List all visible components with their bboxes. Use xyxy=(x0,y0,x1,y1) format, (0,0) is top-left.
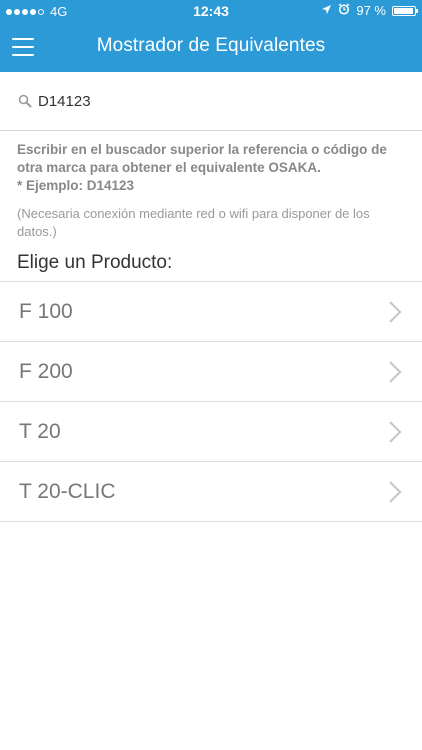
search-icon xyxy=(18,94,32,108)
instructions-example: * Ejemplo: D14123 xyxy=(17,178,135,193)
chevron-right-icon xyxy=(388,300,402,324)
alarm-icon xyxy=(338,3,350,18)
instructions: Escribir en el buscador superior la refe… xyxy=(0,131,422,241)
connection-note: (Necesaria conexión mediante red o wifi … xyxy=(17,206,370,239)
list-item[interactable]: F 200 xyxy=(0,342,422,402)
product-list: F 100 F 200 T 20 T 20-CLIC xyxy=(0,281,422,522)
nav-bar: Mostrador de Equivalentes xyxy=(0,22,422,72)
list-item-label: T 20 xyxy=(19,419,61,443)
search-input[interactable]: D14123 xyxy=(38,93,91,110)
instructions-text: Escribir en el buscador superior la refe… xyxy=(17,141,406,195)
location-icon xyxy=(321,3,332,18)
instructions-main: Escribir en el buscador superior la refe… xyxy=(17,142,387,175)
signal-strength-icon xyxy=(6,8,44,15)
list-item-label: T 20-CLIC xyxy=(19,479,116,503)
status-right: 97 % xyxy=(321,3,418,18)
battery-icon xyxy=(392,5,418,16)
status-time: 12:43 xyxy=(193,3,229,19)
page-title: Mostrador de Equivalentes xyxy=(96,35,326,56)
status-left: 4G xyxy=(6,4,67,19)
chevron-right-icon xyxy=(388,480,402,504)
network-type: 4G xyxy=(50,4,68,19)
chevron-right-icon xyxy=(388,420,402,444)
list-item[interactable]: T 20 xyxy=(0,402,422,462)
status-bar: 4G 12:43 97 % xyxy=(0,0,422,22)
battery-percent: 97 % xyxy=(356,3,386,18)
list-item[interactable]: F 100 xyxy=(0,282,422,342)
chevron-right-icon xyxy=(388,360,402,384)
header: 4G 12:43 97 % Mostrador de Equivalentes xyxy=(0,0,422,72)
product-list-heading: Elige un Producto: xyxy=(17,252,173,273)
list-item-label: F 200 xyxy=(19,359,73,383)
list-item[interactable]: T 20-CLIC xyxy=(0,462,422,522)
search-bar[interactable]: D14123 xyxy=(0,72,422,131)
list-item-label: F 100 xyxy=(19,299,73,323)
